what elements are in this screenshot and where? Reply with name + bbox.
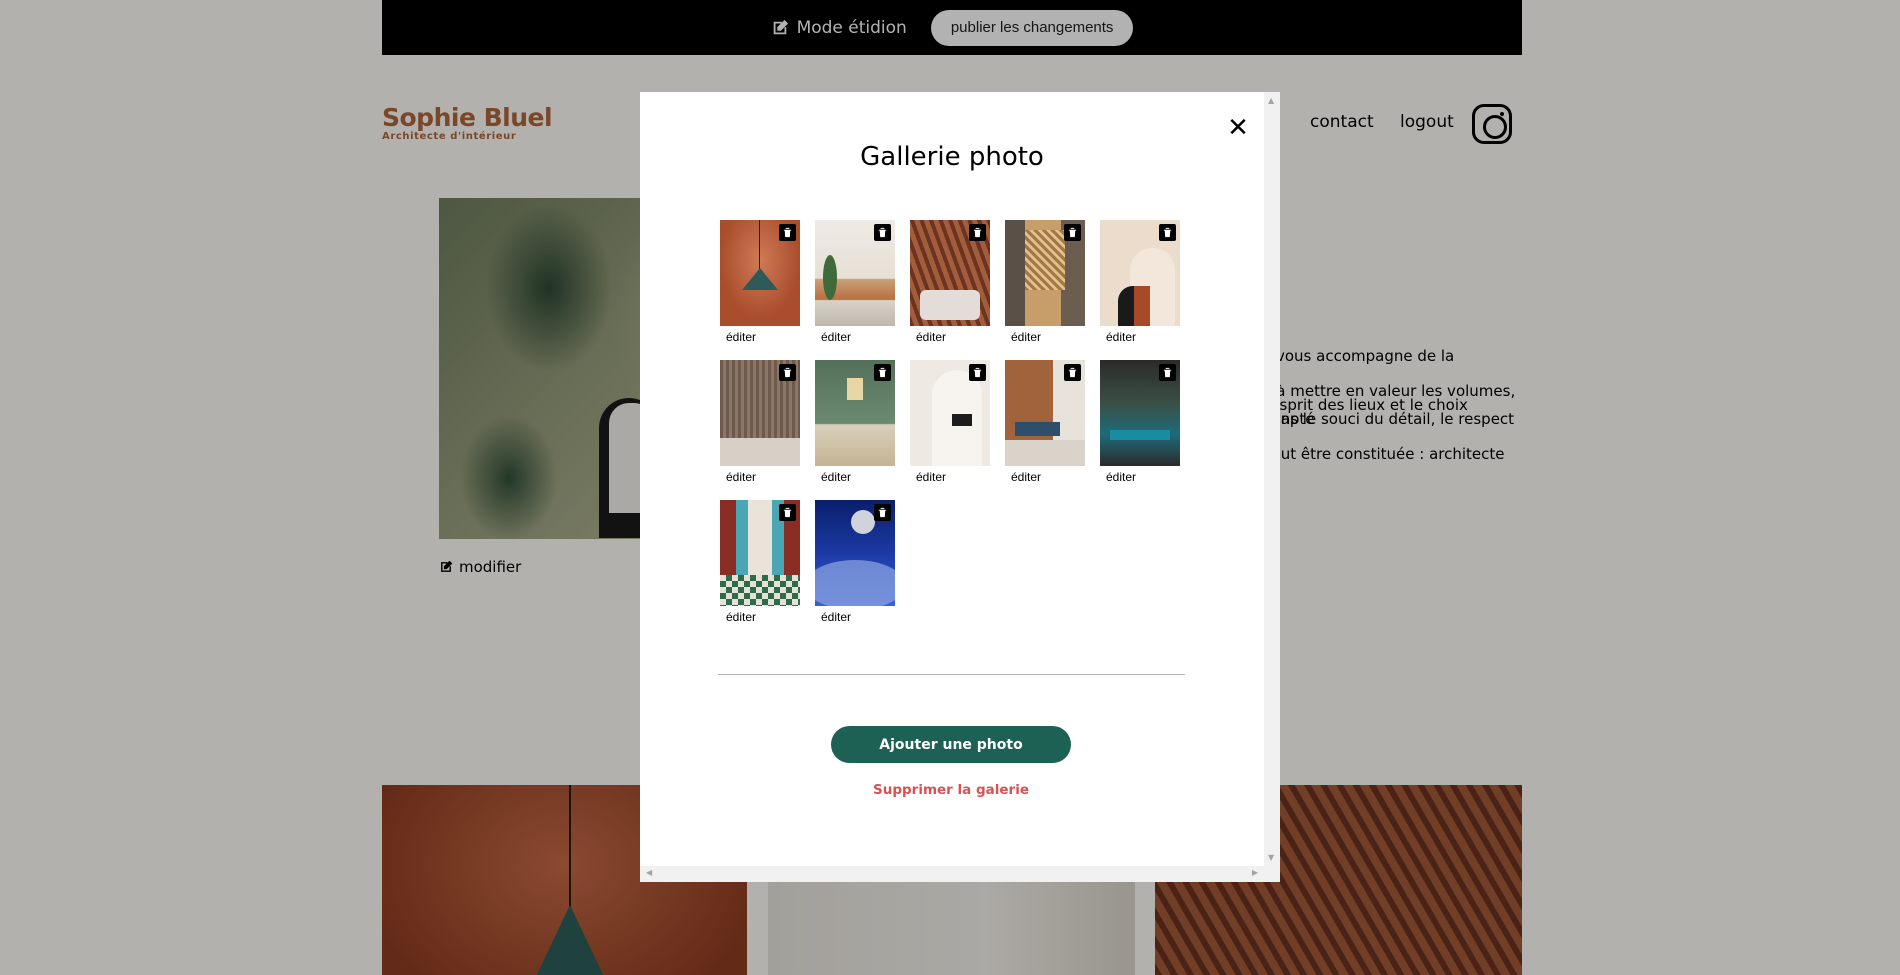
scroll-up-icon[interactable]: ▲ [1268,96,1274,105]
edit-thumbnail-link[interactable]: éditer [726,470,756,484]
gallery-thumbnail[interactable]: éditer [720,220,800,344]
gallery-thumbnail[interactable]: éditer [815,360,895,484]
edit-thumbnail-link[interactable]: éditer [916,470,946,484]
scroll-left-icon[interactable]: ◀ [646,868,652,877]
gallery-thumbnail[interactable]: éditer [910,360,990,484]
trash-icon[interactable] [1159,224,1176,241]
trash-icon[interactable] [874,224,891,241]
add-photo-button[interactable]: Ajouter une photo [831,726,1071,763]
gallery-thumbnail[interactable]: éditer [1005,220,1085,344]
edit-thumbnail-link[interactable]: éditer [1106,470,1136,484]
edit-thumbnail-link[interactable]: éditer [821,330,851,344]
trash-icon[interactable] [1159,364,1176,381]
gallery-thumbnail[interactable]: éditer [1005,360,1085,484]
edit-thumbnail-link[interactable]: éditer [1011,330,1041,344]
modal-title: Gallerie photo [860,142,1044,172]
modal-divider [718,674,1185,675]
edit-thumbnail-link[interactable]: éditer [821,610,851,624]
gallery-thumbnail[interactable]: éditer [720,360,800,484]
edit-thumbnail-link[interactable]: éditer [726,610,756,624]
trash-icon[interactable] [969,364,986,381]
trash-icon[interactable] [874,504,891,521]
edit-thumbnail-link[interactable]: éditer [1011,470,1041,484]
delete-gallery-link[interactable]: Supprimer la galerie [640,782,1262,798]
trash-icon[interactable] [969,224,986,241]
gallery-modal: ✕ Gallerie photo éditer éditer éditer éd… [640,92,1280,882]
edit-thumbnail-link[interactable]: éditer [916,330,946,344]
gallery-thumbnail[interactable]: éditer [815,500,895,624]
trash-icon[interactable] [1064,224,1081,241]
trash-icon[interactable] [1064,364,1081,381]
horizontal-scrollbar[interactable]: ◀ ▶ [640,866,1280,882]
edit-thumbnail-link[interactable]: éditer [821,470,851,484]
gallery-thumbnail[interactable]: éditer [720,500,800,624]
trash-icon[interactable] [779,224,796,241]
edit-thumbnail-link[interactable]: éditer [1106,330,1136,344]
gallery-thumbnail[interactable]: éditer [910,220,990,344]
close-icon[interactable]: ✕ [1224,113,1252,143]
edit-thumbnail-link[interactable]: éditer [726,330,756,344]
trash-icon[interactable] [779,364,796,381]
gallery-thumbnail[interactable]: éditer [1100,220,1180,344]
scroll-down-icon[interactable]: ▼ [1268,853,1274,862]
gallery-thumbnail[interactable]: éditer [1100,360,1180,484]
gallery-thumbnail[interactable]: éditer [815,220,895,344]
trash-icon[interactable] [779,504,796,521]
trash-icon[interactable] [874,364,891,381]
vertical-scrollbar[interactable]: ▲ ▼ [1264,92,1280,866]
scroll-right-icon[interactable]: ▶ [1252,868,1258,877]
